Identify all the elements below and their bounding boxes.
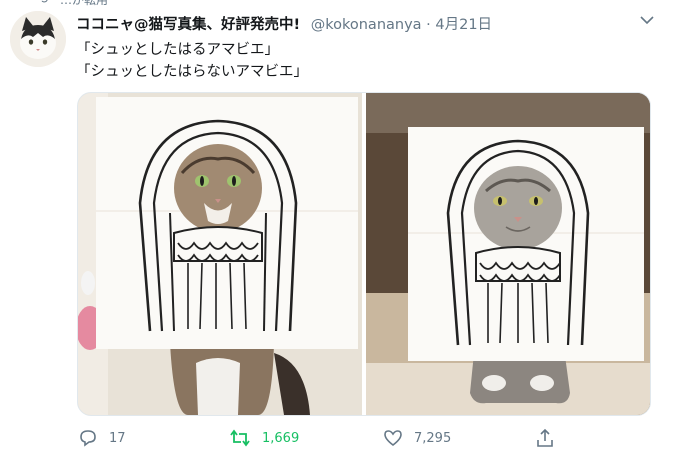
chevron-down-icon[interactable] [640,14,654,29]
media-photo-2[interactable] [366,93,650,415]
tweet-header: ココニャ@猫写真集、好評発売中! @kokonananya · 4月21日 [76,13,492,33]
author-handle[interactable]: @kokonananya [311,17,422,33]
retweet-context: ⟲ …が転用 [0,0,673,8]
retweet-context-text: …が転用 [60,0,109,7]
author-name[interactable]: ココニャ@猫写真集、好評発売中! [76,17,300,33]
like-count: 7,295 [414,430,452,446]
media-photo-1[interactable] [78,93,362,415]
reply-button[interactable]: 17 [78,424,126,452]
retweet-count: 1,669 [262,430,300,446]
tweet-text-line-2: 「シュッとしたはらないアマビエ」 [76,64,308,80]
retweet-context-icon: ⟲ [38,0,48,6]
tweet-text-line-1: 「シュッとしたはるアマビエ」 [76,42,279,58]
header-separator: · [426,17,431,33]
cat-avatar-icon [10,11,66,67]
share-icon [537,428,553,447]
reply-icon [80,430,96,447]
cat-amabie-photo-2-icon [366,93,650,415]
retweet-icon [230,429,250,447]
tweet-media[interactable] [77,92,651,416]
like-button[interactable]: 7,295 [383,424,451,452]
tweet-date[interactable]: 4月21日 [435,17,492,33]
heart-icon [384,430,402,447]
retweet-button[interactable]: 1,669 [229,424,299,452]
reply-count: 17 [109,430,126,446]
avatar[interactable] [10,11,66,67]
cat-amabie-photo-1-icon [78,93,362,415]
share-button[interactable] [536,424,565,452]
tweet-actions: 17 1,669 7,295 [0,424,673,452]
